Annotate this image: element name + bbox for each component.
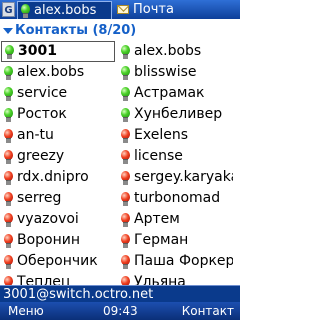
online-bulb-icon: [121, 86, 130, 101]
contact-item[interactable]: blisswise: [117, 62, 233, 83]
contact-item[interactable]: Оберончик: [0, 251, 116, 272]
offline-bulb-icon: [121, 212, 130, 227]
contact-item[interactable]: greezy: [0, 146, 116, 167]
contact-name: serreg: [17, 190, 62, 206]
online-bulb-icon: [121, 65, 130, 80]
online-bulb-icon: [5, 44, 14, 59]
contact-name: Exelens: [134, 127, 188, 143]
contact-name: vyazovoi: [17, 211, 79, 227]
offline-bulb-icon: [4, 254, 13, 269]
tab-label: Почта: [133, 2, 174, 17]
softkey-bar: Меню 09:43 Контакт: [0, 302, 240, 320]
online-bulb-icon: [121, 107, 130, 122]
contact-item[interactable]: 3001: [1, 41, 115, 62]
contact-item[interactable]: serreg: [0, 188, 116, 209]
contact-item[interactable]: Герман: [117, 230, 233, 251]
contact-name: 3001: [18, 43, 57, 59]
contact-name: alex.bobs: [17, 64, 85, 80]
offline-bulb-icon: [121, 254, 130, 269]
contact-item[interactable]: Астрамак: [117, 83, 233, 104]
offline-bulb-icon: [4, 149, 13, 164]
contact-item[interactable]: turbonomad: [117, 188, 233, 209]
group-label: Контакты (8/20): [15, 23, 137, 38]
online-bulb-icon: [4, 86, 13, 101]
contact-item[interactable]: alex.bobs: [117, 41, 233, 62]
contact-item[interactable]: sergey.karyaka: [117, 167, 233, 188]
green-bulb-icon: [21, 3, 30, 18]
contact-name: Оберончик: [17, 253, 98, 269]
status-bar: 3001@switch.octro.net: [0, 285, 240, 303]
contact-name: Артем: [134, 211, 180, 227]
online-bulb-icon: [4, 65, 13, 80]
contact-item[interactable]: Воронин: [0, 230, 116, 251]
contact-name: Хунбеливер: [134, 106, 223, 122]
contact-name: Воронин: [17, 232, 81, 248]
offline-bulb-icon: [121, 170, 130, 185]
online-bulb-icon: [121, 44, 130, 59]
offline-bulb-icon: [4, 212, 13, 227]
online-bulb-icon: [4, 107, 13, 122]
expand-triangle-icon: [3, 28, 13, 34]
tab-shortcut[interactable]: G: [2, 2, 15, 17]
contact-item[interactable]: Exelens: [117, 125, 233, 146]
status-text: 3001@switch.octro.net: [3, 287, 154, 302]
tab-label: alex.bobs: [34, 3, 97, 18]
offline-bulb-icon: [4, 170, 13, 185]
offline-bulb-icon: [121, 191, 130, 206]
contact-name: alex.bobs: [134, 43, 202, 59]
contact-item[interactable]: Паша Форкерт: [117, 251, 233, 272]
menu-softkey[interactable]: Меню: [8, 302, 44, 320]
contact-name: Герман: [134, 232, 189, 248]
clock: 09:43: [103, 304, 138, 318]
contact-list-right: alex.bobs blisswise Астрамак Хунбеливер …: [117, 41, 233, 293]
contact-item[interactable]: license: [117, 146, 233, 167]
contact-item[interactable]: alex.bobs: [0, 62, 116, 83]
contact-item[interactable]: Хунбеливер: [117, 104, 233, 125]
tab-bar: G alex.bobs Почта: [0, 0, 240, 19]
contact-name: Росток: [17, 106, 67, 122]
contact-softkey[interactable]: Контакт: [182, 302, 234, 320]
tab-alex-bobs[interactable]: alex.bobs: [17, 1, 112, 19]
contact-item[interactable]: Артем: [117, 209, 233, 230]
contact-item[interactable]: service: [0, 83, 116, 104]
contacts-group-header[interactable]: Контакты (8/20): [0, 20, 240, 41]
contact-name: turbonomad: [134, 190, 221, 206]
contact-name: service: [17, 85, 68, 101]
contact-name: license: [134, 148, 183, 164]
contact-item[interactable]: vyazovoi: [0, 209, 116, 230]
contact-list-left: 3001 alex.bobs service Росток an-tu gree…: [0, 41, 116, 293]
contact-name: Астрамак: [134, 85, 205, 101]
offline-bulb-icon: [121, 149, 130, 164]
contact-item[interactable]: Росток: [0, 104, 116, 125]
contact-name: blisswise: [134, 64, 197, 80]
offline-bulb-icon: [4, 128, 13, 143]
contact-name: sergey.karyaka: [134, 169, 233, 185]
contact-name: an-tu: [17, 127, 54, 143]
offline-bulb-icon: [121, 233, 130, 248]
offline-bulb-icon: [4, 233, 13, 248]
contact-item[interactable]: an-tu: [0, 125, 116, 146]
envelope-icon: [117, 5, 129, 14]
offline-bulb-icon: [121, 128, 130, 143]
tab-mail[interactable]: Почта: [114, 1, 194, 19]
contact-name: rdx.dnipro: [17, 169, 89, 185]
offline-bulb-icon: [4, 191, 13, 206]
contact-name: greezy: [17, 148, 65, 164]
contact-item[interactable]: rdx.dnipro: [0, 167, 116, 188]
contact-name: Паша Форкерт: [134, 253, 233, 269]
